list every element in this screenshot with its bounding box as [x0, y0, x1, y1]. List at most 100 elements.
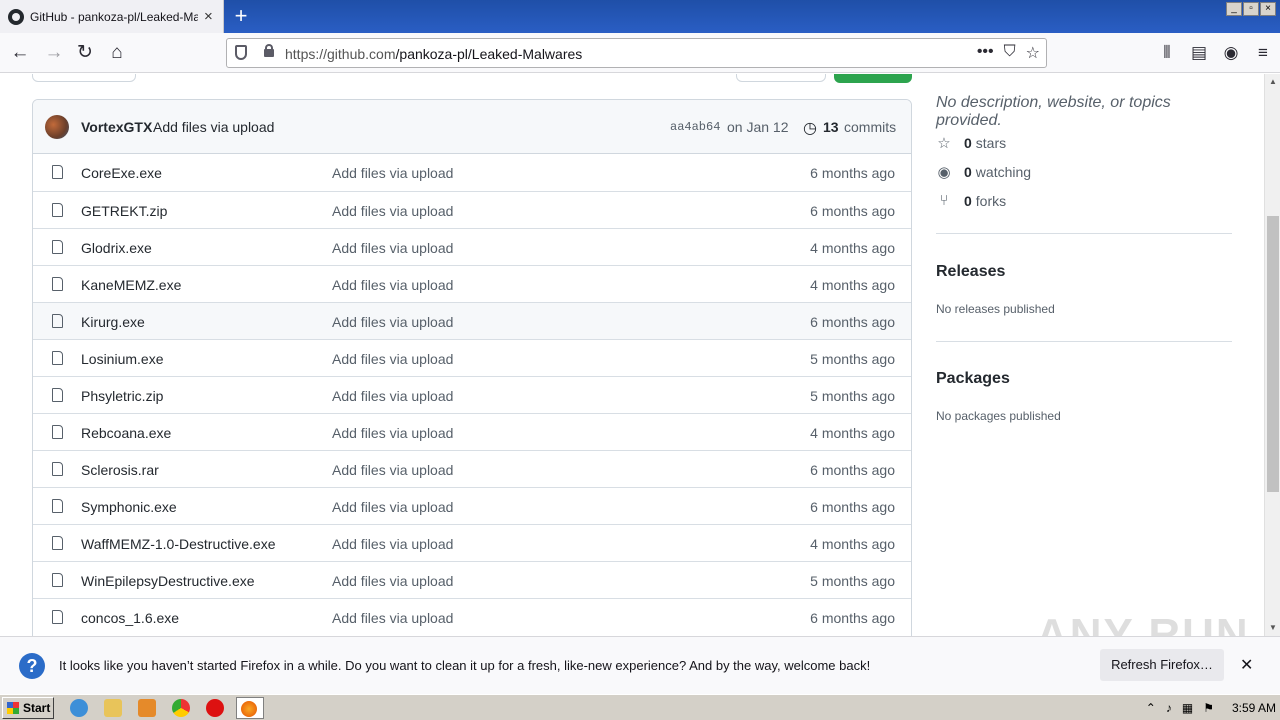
- file-commit-message[interactable]: Add files via upload: [332, 203, 453, 219]
- file-name[interactable]: Losinium.exe: [81, 351, 164, 367]
- table-row[interactable]: Losinium.exe Add files via upload 5 months…: [33, 339, 911, 376]
- table-row[interactable]: Symphonic.exe Add files via upload 6 month…: [33, 487, 911, 524]
- commits-label[interactable]: commits: [844, 119, 896, 135]
- file-commit-message[interactable]: Add files via upload: [332, 165, 453, 181]
- file-commit-message[interactable]: Add files via upload: [332, 499, 453, 515]
- eye-icon: ◉: [937, 164, 951, 181]
- ie-icon[interactable]: [70, 699, 88, 717]
- divider: [936, 341, 1232, 342]
- file-commit-message[interactable]: Add files via upload: [332, 462, 453, 478]
- table-row[interactable]: Phsyletric.zip Add files via upload 5 mont…: [33, 376, 911, 413]
- file-name[interactable]: CoreExe.exe: [81, 165, 162, 181]
- browser-tab[interactable]: GitHub - pankoza-pl/Leaked-Malwares ×: [0, 0, 224, 33]
- file-commit-message[interactable]: Add files via upload: [332, 314, 453, 330]
- file-commit-message[interactable]: Add files via upload: [332, 425, 453, 441]
- tab-close-button[interactable]: ×: [204, 8, 213, 25]
- lock-icon[interactable]: [264, 44, 274, 57]
- start-button[interactable]: Start: [2, 697, 54, 719]
- commit-message[interactable]: Add files via upload: [153, 119, 274, 135]
- flag-icon[interactable]: ⚑: [1203, 701, 1214, 715]
- bookmark-star-icon[interactable]: ☆: [1026, 43, 1040, 63]
- file-name[interactable]: Rebcoana.exe: [81, 425, 171, 441]
- file-commit-message[interactable]: Add files via upload: [332, 240, 453, 256]
- file-name[interactable]: Symphonic.exe: [81, 499, 177, 515]
- folder-icon[interactable]: [104, 699, 122, 717]
- file-icon: [52, 425, 63, 439]
- menu-icon[interactable]: ≡: [1254, 39, 1272, 67]
- media-player-icon[interactable]: [138, 699, 156, 717]
- maximize-button[interactable]: ▫: [1243, 2, 1259, 16]
- forks-link[interactable]: ⑂ 0 forks: [936, 192, 1006, 209]
- scrollbar-thumb[interactable]: [1267, 216, 1279, 492]
- file-name[interactable]: GETREKT.zip: [81, 203, 167, 219]
- file-commit-message[interactable]: Add files via upload: [332, 351, 453, 367]
- file-name[interactable]: Kirurg.exe: [81, 314, 145, 330]
- table-row[interactable]: Glodrix.exe Add files via upload 4 months …: [33, 228, 911, 265]
- tracking-shield-icon[interactable]: [235, 45, 247, 60]
- file-age: 4 months ago: [810, 425, 895, 441]
- account-icon[interactable]: ◉: [1222, 39, 1240, 67]
- scroll-down-icon[interactable]: ▼: [1265, 620, 1280, 636]
- address-bar[interactable]: https://github.com/pankoza-pl/Leaked-Mal…: [226, 38, 1047, 68]
- tray-expand-icon[interactable]: ⌃: [1146, 701, 1156, 715]
- close-window-button[interactable]: ×: [1260, 2, 1276, 16]
- packages-heading[interactable]: Packages: [936, 370, 1010, 388]
- page-scrollbar[interactable]: ▲ ▼: [1264, 74, 1280, 636]
- releases-empty-text: No releases published: [936, 302, 1055, 316]
- watching-link[interactable]: ◉ 0 watching: [936, 163, 1031, 181]
- commit-count[interactable]: 13: [823, 119, 839, 135]
- file-name[interactable]: Phsyletric.zip: [81, 388, 163, 404]
- file-commit-message[interactable]: Add files via upload: [332, 610, 453, 626]
- avatar[interactable]: [45, 115, 69, 139]
- file-name[interactable]: WaffMEMZ-1.0-Destructive.exe: [81, 536, 276, 552]
- file-name[interactable]: Glodrix.exe: [81, 240, 152, 256]
- table-row[interactable]: Kirurg.exe Add files via upload 6 months a…: [33, 302, 911, 339]
- reload-icon[interactable]: ↻: [71, 39, 99, 67]
- file-name[interactable]: WinEpilepsyDestructive.exe: [81, 573, 255, 589]
- file-age: 6 months ago: [810, 462, 895, 478]
- page-actions-icon[interactable]: •••: [977, 43, 994, 63]
- stars-link[interactable]: ☆ 0 stars: [936, 134, 1006, 152]
- table-row[interactable]: GETREKT.zip Add files via upload 6 months …: [33, 191, 911, 228]
- table-row[interactable]: KaneMEMZ.exe Add files via upload 4 months…: [33, 265, 911, 302]
- chrome-icon[interactable]: [172, 699, 190, 717]
- table-row[interactable]: concos_1.6.exe Add files via upload 6 mont…: [33, 598, 911, 635]
- clock[interactable]: 3:59 AM: [1232, 701, 1276, 715]
- new-tab-button[interactable]: +: [228, 4, 254, 30]
- branch-button[interactable]: [32, 74, 136, 82]
- network-icon[interactable]: ▦: [1182, 701, 1193, 715]
- file-commit-message[interactable]: Add files via upload: [332, 573, 453, 589]
- minimize-button[interactable]: _: [1226, 2, 1242, 16]
- file-name[interactable]: Sclerosis.rar: [81, 462, 159, 478]
- file-name[interactable]: KaneMEMZ.exe: [81, 277, 181, 293]
- table-row[interactable]: WaffMEMZ-1.0-Destructive.exe Add files vi…: [33, 524, 911, 561]
- code-button[interactable]: [834, 74, 912, 83]
- commit-sha[interactable]: aa4ab64: [670, 120, 720, 134]
- pocket-icon[interactable]: ⛉: [1004, 43, 1016, 63]
- url-text[interactable]: https://github.com/pankoza-pl/Leaked-Mal…: [285, 46, 582, 62]
- file-commit-message[interactable]: Add files via upload: [332, 388, 453, 404]
- forward-icon[interactable]: →: [40, 39, 68, 67]
- file-commit-message[interactable]: Add files via upload: [332, 277, 453, 293]
- table-row[interactable]: CoreExe.exe Add files via upload 6 months …: [33, 154, 911, 191]
- file-commit-message[interactable]: Add files via upload: [332, 536, 453, 552]
- refresh-firefox-button[interactable]: Refresh Firefox…: [1100, 649, 1224, 681]
- releases-heading[interactable]: Releases: [936, 263, 1005, 281]
- table-row[interactable]: WinEpilepsyDestructive.exe Add files via …: [33, 561, 911, 598]
- back-icon[interactable]: ←: [6, 39, 34, 67]
- close-icon[interactable]: ✕: [1240, 655, 1253, 675]
- notification-bar: ? It looks like you haven’t started Fire…: [0, 636, 1280, 694]
- table-row[interactable]: Sclerosis.rar Add files via upload 6 month…: [33, 450, 911, 487]
- home-icon[interactable]: ⌂: [103, 39, 131, 67]
- table-row[interactable]: Rebcoana.exe Add files via upload 4 months…: [33, 413, 911, 450]
- sidebar-icon[interactable]: ▤: [1190, 39, 1208, 67]
- library-icon[interactable]: ⫴: [1158, 39, 1176, 67]
- opera-icon[interactable]: [206, 699, 224, 717]
- history-icon[interactable]: ◷: [803, 118, 817, 138]
- commit-author[interactable]: VortexGTX: [81, 119, 152, 135]
- volume-icon[interactable]: ♪: [1166, 701, 1172, 715]
- go-to-file-button[interactable]: [736, 74, 826, 82]
- scroll-up-icon[interactable]: ▲: [1265, 74, 1280, 90]
- file-name[interactable]: concos_1.6.exe: [81, 610, 179, 626]
- notification-text: It looks like you haven’t started Firefo…: [59, 658, 871, 673]
